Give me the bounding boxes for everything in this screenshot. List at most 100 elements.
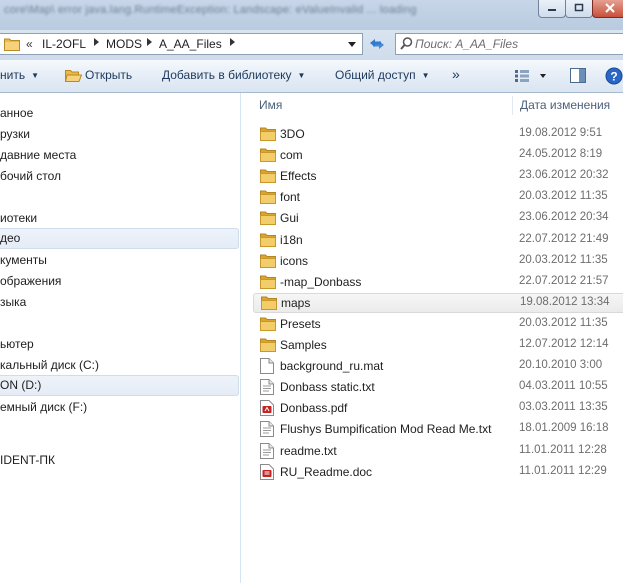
nav-item-network-pc[interactable]: IDENT-ПК — [0, 450, 239, 471]
table-row[interactable]: icons 20.03.2012 11:35 — [253, 251, 623, 271]
preview-pane-icon[interactable] — [570, 68, 586, 83]
table-row[interactable]: Effects 23.06.2012 20:32 — [253, 166, 623, 186]
nav-item-label: емный диск (F:) — [0, 400, 88, 414]
table-row[interactable]: Flushys Bumpification Mod Read Me.txt 18.… — [253, 419, 623, 439]
nav-item-label: ображения — [0, 274, 62, 288]
column-divider[interactable] — [512, 96, 513, 115]
open-folder-icon — [65, 70, 82, 82]
file-list: Имя Дата изменения 3DO 19.08.2012 9:51 com… — [241, 93, 623, 583]
table-row[interactable]: -map_Donbass 22.07.2012 21:57 — [253, 272, 623, 292]
minimize-button[interactable] — [538, 0, 566, 18]
breadcrumb-overflow[interactable]: « — [26, 37, 33, 51]
file-name: Flushys Bumpification Mod Read Me.txt — [280, 422, 492, 437]
file-name: com — [280, 148, 303, 163]
nav-item-music[interactable]: зыка — [0, 292, 239, 313]
nav-item-recent-places[interactable]: давние места — [0, 145, 239, 166]
table-row[interactable]: readme.txt 11.01.2011 12:28 — [253, 441, 623, 461]
refresh-button[interactable] — [366, 34, 388, 54]
more-commands-button[interactable]: » — [452, 66, 460, 82]
breadcrumb-separator[interactable] — [230, 36, 236, 50]
table-row[interactable]: Samples 12.07.2012 12:14 — [253, 335, 623, 355]
maximize-icon — [574, 3, 584, 11]
open-button[interactable]: Открыть — [85, 68, 132, 82]
nav-item-documents[interactable]: кументы — [0, 250, 239, 271]
chevron-down-icon[interactable] — [347, 38, 357, 50]
table-row[interactable]: RU_Readme.doc 11.01.2011 12:29 — [253, 462, 623, 482]
file-date: 20.03.2012 11:35 — [519, 316, 608, 329]
search-box[interactable] — [395, 33, 623, 55]
title-bar: core\Map\ error java.lang.RuntimeExcepti… — [0, 0, 623, 30]
breadcrumb-a-aa-files[interactable]: A_AA_Files — [159, 37, 222, 51]
close-button[interactable] — [592, 0, 623, 18]
table-row[interactable]: Donbass.pdf 03.03.2011 13:35 — [253, 398, 623, 418]
file-name: Donbass static.txt — [280, 380, 375, 395]
address-bar[interactable]: « IL-2OFL MODS A_AA_Files — [0, 33, 363, 55]
table-row[interactable]: Donbass static.txt 04.03.2011 10:55 — [253, 377, 623, 397]
nav-item-desktop[interactable]: бочий стол — [0, 166, 239, 187]
search-input[interactable] — [415, 34, 620, 54]
file-date: 12.07.2012 12:14 — [519, 338, 609, 350]
folder-icon — [260, 337, 276, 355]
close-icon — [605, 2, 615, 13]
nav-item-label: кальный диск (C:) — [0, 358, 100, 372]
organize-button[interactable]: нить ▼ — [0, 68, 39, 82]
share-button[interactable]: Общий доступ ▼ — [335, 68, 430, 82]
add-to-library-button[interactable]: Добавить в библиотеку ▼ — [162, 68, 305, 82]
folder-icon — [260, 274, 276, 292]
nav-item-label: рузки — [0, 127, 30, 141]
nav-item-downloads[interactable]: рузки — [0, 124, 239, 145]
file-name: RU_Readme.doc — [280, 464, 373, 479]
file-name: 3DO — [280, 127, 305, 141]
file-date: 11.01.2011 12:29 — [519, 464, 607, 477]
breadcrumb-separator[interactable] — [147, 36, 153, 50]
nav-item-pictures[interactable]: ображения — [0, 271, 239, 292]
nav-item-libraries[interactable]: иотеки — [0, 208, 239, 229]
nav-item-computer[interactable]: ьютер — [0, 334, 239, 355]
window-title: core\Map\ error java.lang.RuntimeExcepti… — [4, 4, 417, 16]
breadcrumb-separator[interactable] — [94, 36, 100, 50]
column-header-name[interactable]: Имя — [259, 93, 282, 117]
nav-item-removable-disk-f[interactable]: емный диск (F:) — [0, 397, 239, 418]
file-date: 11.01.2011 12:28 — [519, 443, 607, 456]
address-row: « IL-2OFL MODS A_AA_Files — [0, 30, 623, 60]
file-name: Gui — [280, 211, 299, 226]
file-name: maps — [281, 295, 311, 310]
maximize-button[interactable] — [565, 0, 593, 18]
minimize-icon — [548, 8, 556, 11]
table-row[interactable]: com 24.05.2012 8:19 — [253, 145, 623, 165]
chevron-right-icon — [230, 38, 235, 46]
file-date: 19.08.2012 13:34 — [520, 295, 610, 308]
breadcrumb-il2ofl[interactable]: IL-2OFL — [42, 37, 86, 51]
folder-icon — [260, 189, 276, 207]
table-row[interactable]: Gui 23.06.2012 20:34 — [253, 208, 623, 228]
file-date: 20.10.2010 3:00 — [519, 359, 603, 372]
file-name: icons — [280, 253, 309, 268]
column-header-date[interactable]: Дата изменения — [520, 93, 610, 117]
table-row[interactable]: 3DO 19.08.2012 9:51 — [253, 124, 623, 144]
breadcrumb-mods[interactable]: MODS — [106, 37, 142, 51]
nav-item-video[interactable]: део — [0, 228, 239, 249]
nav-item-local-disk-c[interactable]: кальный диск (C:) — [0, 355, 239, 376]
chevron-down-icon: ▼ — [31, 71, 39, 80]
file-date: 23.06.2012 20:34 — [519, 211, 609, 224]
nav-item-disk-d[interactable]: ON (D:) — [0, 375, 239, 396]
view-options-icon[interactable] — [515, 70, 547, 82]
file-name: Effects — [280, 169, 317, 184]
nav-item-label: кументы — [0, 253, 47, 267]
svg-text:?: ? — [610, 70, 617, 84]
file-name: i18n — [280, 232, 303, 247]
table-row[interactable]: background_ru.mat 20.10.2010 3:00 — [253, 356, 623, 376]
file-name: -map_Donbass — [280, 274, 362, 289]
navigation-pane: анное рузки давние места бочий стол иоте… — [0, 93, 241, 583]
file-date: 22.07.2012 21:57 — [519, 274, 609, 287]
nav-item-favorites[interactable]: анное — [0, 103, 239, 124]
table-row[interactable]: maps 19.08.2012 13:34 — [253, 292, 623, 313]
table-row[interactable]: Presets 20.03.2012 11:35 — [253, 314, 623, 334]
file-date: 18.01.2009 16:18 — [519, 422, 609, 435]
table-row[interactable]: font 20.03.2012 11:35 — [253, 187, 623, 207]
share-label: Общий доступ — [335, 68, 416, 82]
table-row[interactable]: i18n 22.07.2012 21:49 — [253, 230, 623, 250]
file-date: 20.03.2012 11:35 — [519, 253, 608, 266]
help-icon[interactable]: ? — [605, 67, 623, 85]
file-name: Samples — [280, 338, 327, 352]
